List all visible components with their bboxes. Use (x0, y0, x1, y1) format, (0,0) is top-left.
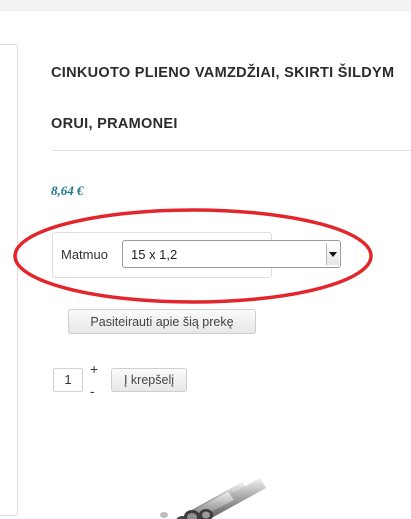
quantity-input[interactable]: 1 (53, 368, 83, 392)
variant-label: Matmuo (61, 247, 108, 262)
add-to-cart-button[interactable]: Į krepšelį (111, 368, 187, 392)
variant-select-value: 15 x 1,2 (131, 247, 178, 262)
product-price: 8,64 € (51, 183, 84, 198)
left-sidebar-panel (0, 44, 18, 516)
variant-select[interactable]: 15 x 1,2 (122, 240, 341, 268)
quantity-increase-button[interactable]: + (90, 362, 98, 376)
product-title-line2: ORUI, PRAMONEI (51, 116, 178, 132)
title-divider (51, 150, 411, 151)
top-band (0, 0, 411, 11)
chevron-down-icon[interactable] (326, 243, 339, 265)
quantity-decrease-button[interactable]: - (90, 384, 95, 398)
ask-about-product-button[interactable]: Pasiteirauti apie šią prekę (68, 309, 256, 334)
product-title-line1: CINKUOTO PLIENO VAMZDŽIAI, SKIRTI ŠILDYM (51, 65, 395, 81)
product-image (160, 478, 266, 519)
